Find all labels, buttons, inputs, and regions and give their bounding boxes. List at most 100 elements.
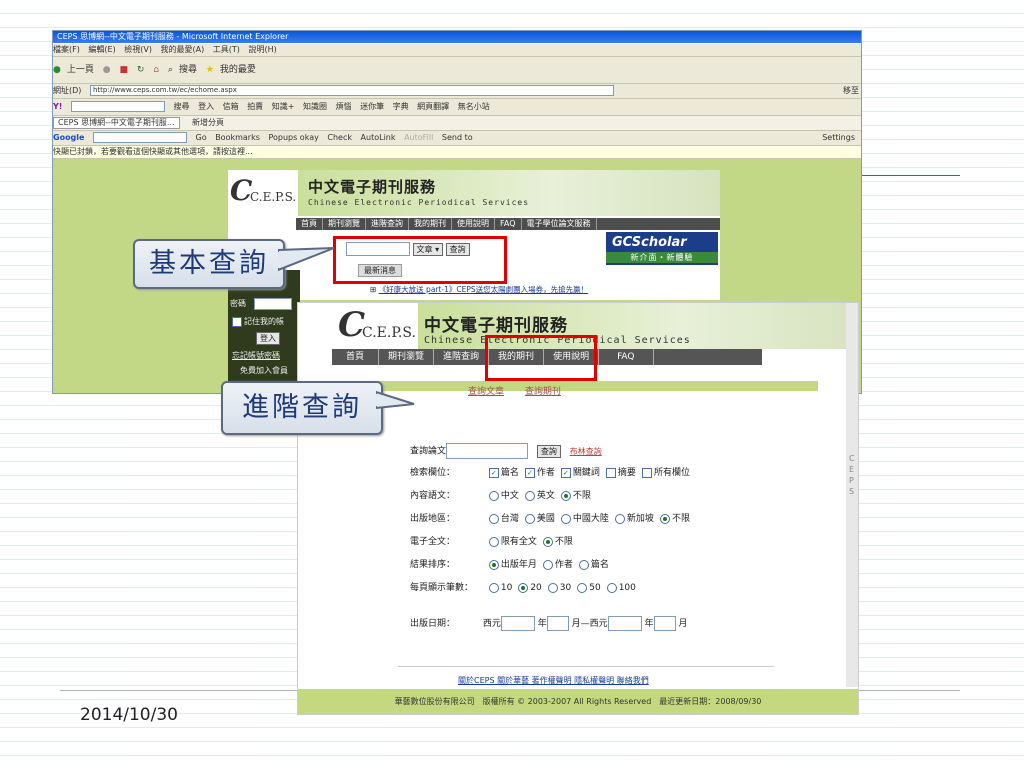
region-option[interactable]: 新加坡 — [614, 513, 654, 524]
perpage-option[interactable]: 100 — [606, 582, 636, 593]
google-popups[interactable]: Popups okay — [268, 133, 318, 142]
boolean-search-link[interactable]: 布林查詢 — [570, 447, 602, 456]
google-settings[interactable]: Settings — [822, 131, 855, 145]
sort-option[interactable]: 出版年月 — [488, 559, 537, 570]
stop-icon[interactable]: ■ — [119, 65, 128, 75]
menu-tools[interactable]: 工具(T) — [213, 45, 240, 54]
yahoo-mail[interactable]: 信箱 — [223, 102, 239, 111]
nav-thesis[interactable]: 電子學位論文服務 — [522, 218, 597, 230]
date-start-year-input[interactable] — [500, 616, 535, 631]
sort-option[interactable]: 篇名 — [578, 559, 609, 570]
perpage-option[interactable]: 30 — [547, 582, 571, 593]
google-autofill[interactable]: AutoFill — [404, 133, 433, 142]
password-input[interactable] — [254, 298, 292, 310]
menu-favorites[interactable]: 我的最愛(A) — [161, 45, 205, 54]
yahoo-mini-pen[interactable]: 迷你筆 — [360, 102, 384, 111]
register-link[interactable]: 免費加入會員 — [240, 365, 288, 376]
radio-selected-icon[interactable] — [560, 490, 571, 501]
query-button[interactable]: 查詢 — [536, 444, 561, 458]
lang-option[interactable]: 不限 — [560, 490, 591, 501]
field-option[interactable]: 所有欄位 — [641, 467, 690, 478]
yahoo-knowledge-circle[interactable]: 知識圈 — [303, 102, 327, 111]
nav-home[interactable]: 首頁 — [296, 218, 323, 230]
yahoo-search[interactable]: 搜尋 — [174, 102, 190, 111]
nav-faq[interactable]: FAQ — [495, 218, 522, 230]
nav2-home[interactable]: 首頁 — [332, 349, 380, 365]
field-option[interactable]: ✓ 作者 — [524, 467, 555, 478]
right-panel[interactable]: CEPS — [846, 303, 858, 687]
nav2-faq[interactable]: FAQ — [599, 349, 654, 365]
perpage-option[interactable]: 10 — [488, 582, 512, 593]
yahoo-dictionary[interactable]: 字典 — [393, 102, 409, 111]
radio-icon[interactable] — [488, 582, 499, 593]
checkbox-icon[interactable] — [605, 467, 616, 478]
address-input[interactable]: http://www.ceps.com.tw/ec/echome.aspx — [89, 85, 614, 96]
google-search-input[interactable] — [93, 132, 187, 143]
footer-links[interactable]: 關於CEPS 關於華藝 著作權聲明 隱私權聲明 聯絡我們 — [458, 675, 649, 686]
google-sendto[interactable]: Send to — [442, 133, 473, 142]
query-input[interactable] — [446, 443, 529, 459]
yahoo-search-input[interactable] — [71, 101, 165, 112]
remember-checkbox[interactable] — [232, 316, 242, 327]
menu-help[interactable]: 說明(H) — [248, 45, 276, 54]
checkbox-checked-icon[interactable]: ✓ — [524, 467, 535, 478]
radio-icon[interactable] — [488, 490, 499, 501]
google-bookmarks[interactable]: Bookmarks — [215, 133, 260, 142]
back-icon[interactable]: ● — [53, 65, 61, 75]
radio-icon[interactable] — [524, 513, 535, 524]
google-go[interactable]: Go — [196, 133, 207, 142]
tab-search-journals[interactable]: 查詢期刊 — [525, 387, 561, 397]
date-end-year-input[interactable] — [607, 616, 642, 631]
tab-new[interactable]: 新增分頁 — [188, 118, 228, 128]
go-button[interactable]: 移至 — [843, 84, 859, 98]
favorites-button[interactable]: 我的最愛 — [220, 65, 256, 75]
radio-icon[interactable] — [488, 536, 499, 547]
back-button[interactable]: 上一頁 — [67, 65, 94, 75]
radio-icon[interactable] — [542, 559, 553, 570]
region-option[interactable]: 美國 — [524, 513, 555, 524]
lang-option[interactable]: 英文 — [524, 490, 555, 501]
refresh-icon[interactable]: ↻ — [137, 65, 145, 75]
region-option[interactable]: 不限 — [659, 513, 690, 524]
yahoo-worry[interactable]: 煩惱 — [336, 102, 352, 111]
yahoo-wretch[interactable]: 無名小站 — [458, 102, 490, 111]
gcscholar-banner[interactable]: GCScholar 新介面・新體驗 — [606, 232, 718, 265]
lang-option[interactable]: 中文 — [488, 490, 519, 501]
google-check[interactable]: Check — [327, 133, 352, 142]
menu-edit[interactable]: 編輯(E) — [88, 45, 115, 54]
google-autolink[interactable]: AutoLink — [361, 133, 396, 142]
radio-icon[interactable] — [578, 559, 589, 570]
forgot-link[interactable]: 忘記帳號密碼 — [232, 350, 280, 361]
radio-icon[interactable] — [577, 582, 588, 593]
tab-ceps[interactable]: CEPS 思博網--中文電子期刊服... — [53, 117, 180, 129]
popup-notice[interactable]: 快顯已封鎖，若要觀看這個快顯或其他選項，請按這裡... — [53, 146, 861, 159]
fulltext-option[interactable]: 不限 — [542, 536, 573, 547]
home-icon[interactable]: ⌂ — [153, 65, 159, 75]
nav-my-journals[interactable]: 我的期刊 — [409, 218, 452, 230]
perpage-option[interactable]: 20 — [518, 582, 542, 593]
search-icon[interactable]: ⌕ — [168, 65, 173, 75]
checkbox-icon[interactable] — [641, 467, 652, 478]
yahoo-login[interactable]: 登入 — [198, 102, 214, 111]
radio-icon[interactable] — [524, 490, 535, 501]
menu-file[interactable]: 檔案(F) — [53, 45, 80, 54]
radio-icon[interactable] — [560, 513, 571, 524]
perpage-option[interactable]: 50 — [577, 582, 601, 593]
search-button[interactable]: 搜尋 — [179, 65, 197, 75]
date-end-month-input[interactable] — [653, 616, 676, 631]
yahoo-translate[interactable]: 網頁翻譯 — [417, 102, 449, 111]
radio-icon[interactable] — [614, 513, 625, 524]
field-option[interactable]: 摘要 — [605, 467, 636, 478]
nav-help[interactable]: 使用說明 — [452, 218, 495, 230]
radio-icon[interactable] — [547, 582, 558, 593]
radio-selected-icon[interactable] — [488, 559, 499, 570]
checkbox-checked-icon[interactable]: ✓ — [488, 467, 499, 478]
menu-view[interactable]: 檢視(V) — [124, 45, 152, 54]
radio-icon[interactable] — [606, 582, 617, 593]
nav-advanced[interactable]: 進階查詢 — [366, 218, 409, 230]
nav2-browse[interactable]: 期刊瀏覽 — [379, 349, 435, 365]
date-start-month-input[interactable] — [546, 616, 569, 631]
field-option[interactable]: ✓ 篇名 — [488, 467, 519, 478]
yahoo-knowledge[interactable]: 知識+ — [272, 102, 295, 111]
nav-browse[interactable]: 期刊瀏覽 — [323, 218, 366, 230]
